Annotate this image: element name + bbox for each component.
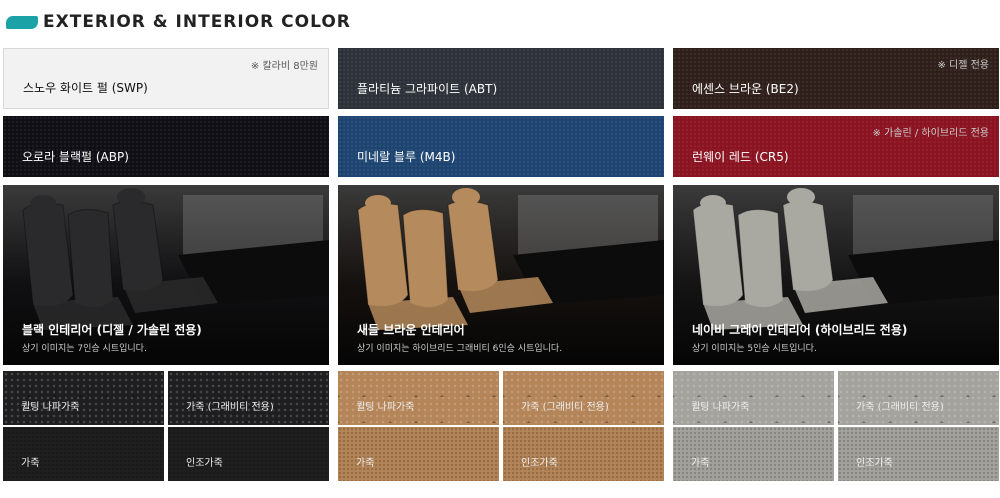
title-accent-mark <box>6 16 38 29</box>
interior-caption: 상기 이미지는 하이브리드 그래비티 6인승 시트입니다. <box>357 344 563 354</box>
interior-seat-illustration <box>357 188 664 330</box>
material-tile-synthetic-leather[interactable]: 인조가죽 <box>503 427 664 481</box>
material-label: 가죽 <box>691 458 710 469</box>
section-title: EXTERIOR & INTERIOR COLOR <box>43 12 351 32</box>
interior-caption: 상기 이미지는 7인승 시트입니다. <box>22 344 147 354</box>
material-tile-leather[interactable]: 가죽 <box>338 427 499 481</box>
material-label: 가죽 (그래비티 전용) <box>186 402 274 413</box>
material-tile-synthetic-leather[interactable]: 인조가죽 <box>838 427 999 481</box>
material-label: 인조가죽 <box>856 458 893 469</box>
interior-seat-illustration <box>22 188 329 330</box>
material-label: 가죽 <box>356 458 375 469</box>
material-tile-leather[interactable]: 가죽 <box>673 427 834 481</box>
exterior-label: 미네랄 블루 (M4B) <box>357 150 456 164</box>
interior-photo-black[interactable]: 블랙 인테리어 (디젤 / 가솔린 전용) 상기 이미지는 7인승 시트입니다. <box>3 185 329 365</box>
material-label: 퀼팅 나파가죽 <box>356 402 415 413</box>
material-tile-synthetic-leather[interactable]: 인조가죽 <box>168 427 329 481</box>
exterior-label: 런웨이 레드 (CR5) <box>692 150 789 164</box>
material-label: 인조가죽 <box>521 458 558 469</box>
exterior-swatch-snow-white-pearl[interactable]: ※ 칼라비 8만원 스노우 화이트 펄 (SWP) <box>3 48 329 109</box>
interior-label: 새들 브라운 인테리어 <box>357 323 465 337</box>
exterior-swatch-runway-red[interactable]: ※ 가솔린 / 하이브리드 전용 런웨이 레드 (CR5) <box>673 116 999 177</box>
material-label: 인조가죽 <box>186 458 223 469</box>
material-tile-leather[interactable]: 가죽 <box>3 427 164 481</box>
material-tile-leather-gravity[interactable]: 가죽 (그래비티 전용) <box>503 371 664 425</box>
material-tile-quilted-nappa[interactable]: 퀼팅 나파가죽 <box>3 371 164 425</box>
exterior-note: ※ 디젤 전용 <box>937 60 989 71</box>
material-label: 퀼팅 나파가죽 <box>691 402 750 413</box>
interior-label: 네이비 그레이 인테리어 (하이브리드 전용) <box>692 323 908 337</box>
exterior-label: 에센스 브라운 (BE2) <box>692 82 799 96</box>
exterior-swatch-aurora-black-pearl[interactable]: 오로라 블랙펄 (ABP) <box>3 116 329 177</box>
interior-label: 블랙 인테리어 (디젤 / 가솔린 전용) <box>22 323 202 337</box>
material-label: 퀼팅 나파가죽 <box>21 402 80 413</box>
exterior-label: 스노우 화이트 펄 (SWP) <box>23 81 148 95</box>
material-label: 가죽 (그래비티 전용) <box>521 402 609 413</box>
material-tile-leather-gravity[interactable]: 가죽 (그래비티 전용) <box>838 371 999 425</box>
material-label: 가죽 <box>21 458 40 469</box>
exterior-label: 오로라 블랙펄 (ABP) <box>22 150 129 164</box>
material-label: 가죽 (그래비티 전용) <box>856 402 944 413</box>
exterior-swatch-essence-brown[interactable]: ※ 디젤 전용 에센스 브라운 (BE2) <box>673 48 999 109</box>
interior-caption: 상기 이미지는 5인승 시트입니다. <box>692 344 817 354</box>
material-tile-leather-gravity[interactable]: 가죽 (그래비티 전용) <box>168 371 329 425</box>
exterior-label: 플라티늄 그라파이트 (ABT) <box>357 82 498 96</box>
material-tile-quilted-nappa[interactable]: 퀼팅 나파가죽 <box>673 371 834 425</box>
exterior-swatch-platinum-graphite[interactable]: 플라티늄 그라파이트 (ABT) <box>338 48 664 109</box>
exterior-swatch-mineral-blue[interactable]: 미네랄 블루 (M4B) <box>338 116 664 177</box>
interior-photo-navy-gray[interactable]: 네이비 그레이 인테리어 (하이브리드 전용) 상기 이미지는 5인승 시트입니… <box>673 185 999 365</box>
interior-seat-illustration <box>692 188 999 330</box>
exterior-note: ※ 칼라비 8만원 <box>250 61 318 72</box>
interior-photo-saddle-brown[interactable]: 새들 브라운 인테리어 상기 이미지는 하이브리드 그래비티 6인승 시트입니다… <box>338 185 664 365</box>
exterior-note: ※ 가솔린 / 하이브리드 전용 <box>872 128 989 139</box>
material-tile-quilted-nappa[interactable]: 퀼팅 나파가죽 <box>338 371 499 425</box>
